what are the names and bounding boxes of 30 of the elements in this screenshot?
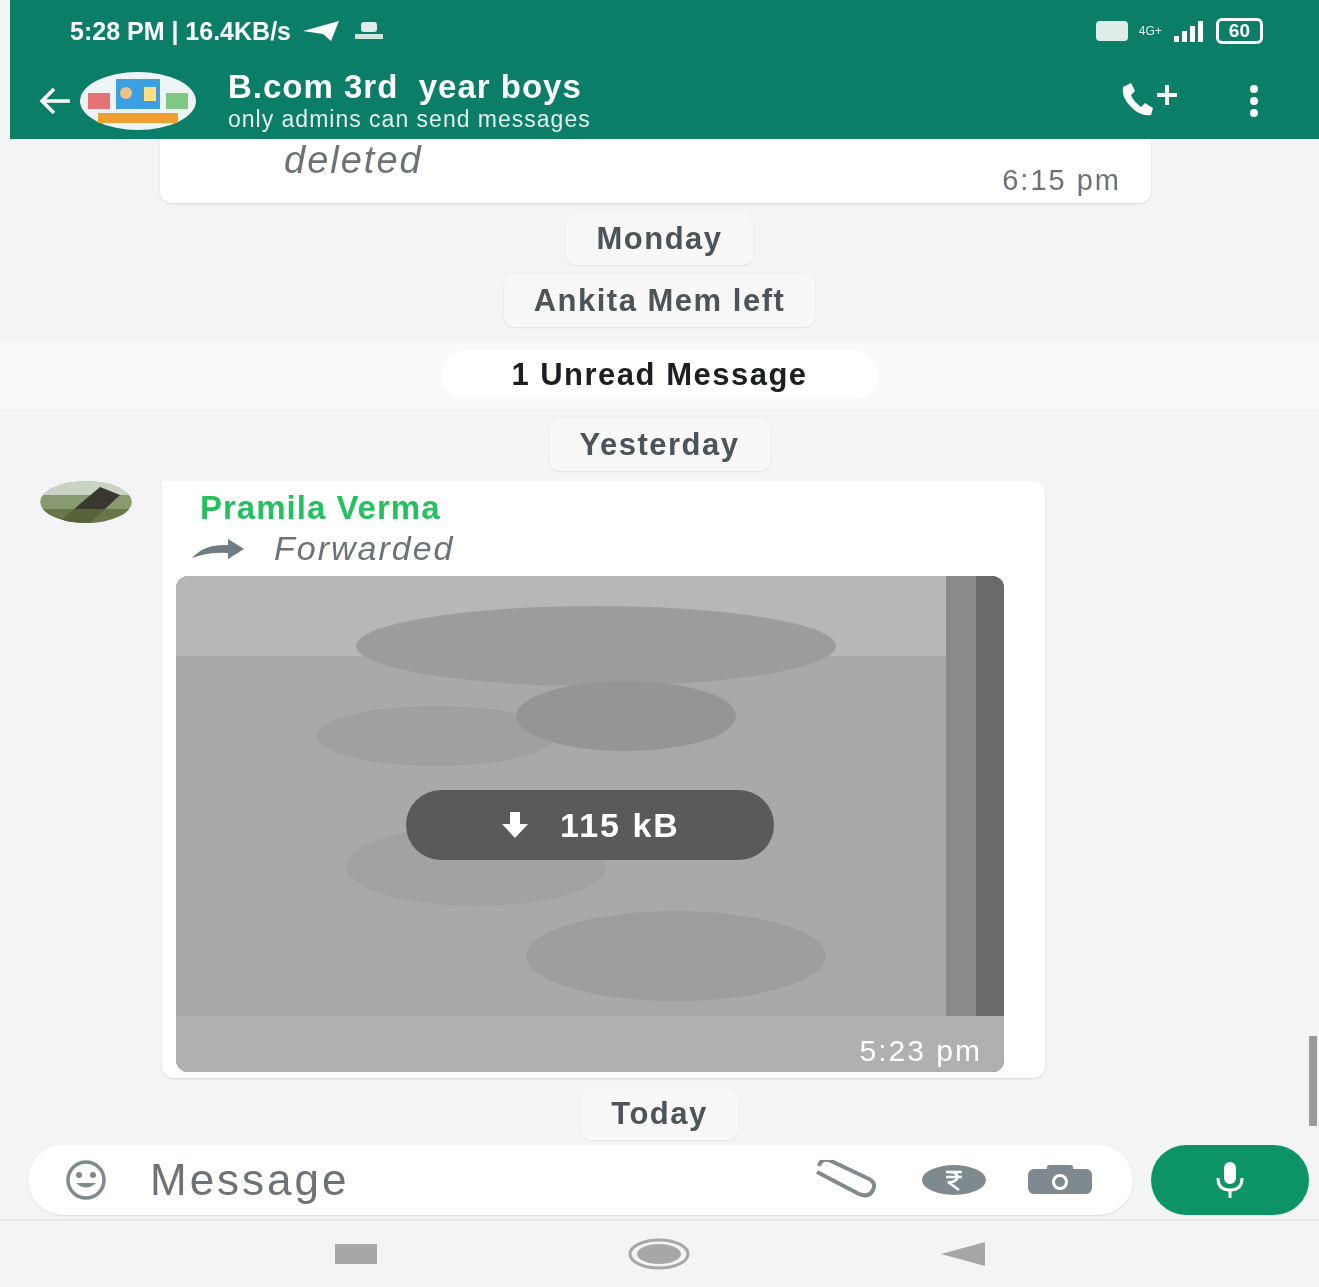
unread-label: 1 Unread Message bbox=[441, 351, 878, 399]
forwarded-label: Forwarded bbox=[274, 529, 455, 568]
status-time: 5:28 PM | 16.4KB/s bbox=[70, 16, 291, 46]
home-icon[interactable] bbox=[626, 1238, 691, 1270]
message-time: 5:23 pm bbox=[859, 1034, 982, 1068]
scroll-bar[interactable] bbox=[1309, 1036, 1317, 1126]
date-chip: Ankita Mem left bbox=[503, 275, 816, 327]
download-arrow-icon bbox=[500, 810, 531, 840]
battery-indicator: 60 bbox=[1215, 18, 1263, 44]
composer-bar[interactable]: Message bbox=[28, 1145, 1133, 1215]
network-type: 4G+ bbox=[1138, 24, 1162, 38]
rupee-icon[interactable] bbox=[921, 1164, 987, 1196]
forward-icon bbox=[190, 537, 246, 560]
back-arrow-icon[interactable] bbox=[38, 85, 72, 116]
message-bubble[interactable]: Pramila Verma Forwarded 115 kB 5:23 pm bbox=[162, 481, 1045, 1078]
group-subtitle: only admins can send messages bbox=[228, 106, 592, 133]
back-icon[interactable] bbox=[940, 1242, 985, 1266]
more-options-icon[interactable] bbox=[1247, 84, 1261, 117]
emoji-icon[interactable] bbox=[64, 1158, 108, 1202]
download-button[interactable]: 115 kB bbox=[406, 790, 774, 860]
signal-icon bbox=[1171, 20, 1206, 42]
camera-icon[interactable] bbox=[1027, 1165, 1093, 1195]
message-bubble[interactable]: deleted 6:15 pm bbox=[160, 139, 1151, 203]
group-title[interactable]: B.com 3rd year boys bbox=[228, 68, 1051, 106]
message-text: deleted bbox=[284, 139, 423, 182]
recent-apps-icon[interactable] bbox=[334, 1244, 377, 1264]
date-chip: Today bbox=[581, 1088, 738, 1140]
date-chip: Monday bbox=[566, 213, 753, 265]
message-time: 6:15 pm bbox=[1002, 164, 1121, 197]
date-chip: Yesterday bbox=[549, 419, 770, 471]
